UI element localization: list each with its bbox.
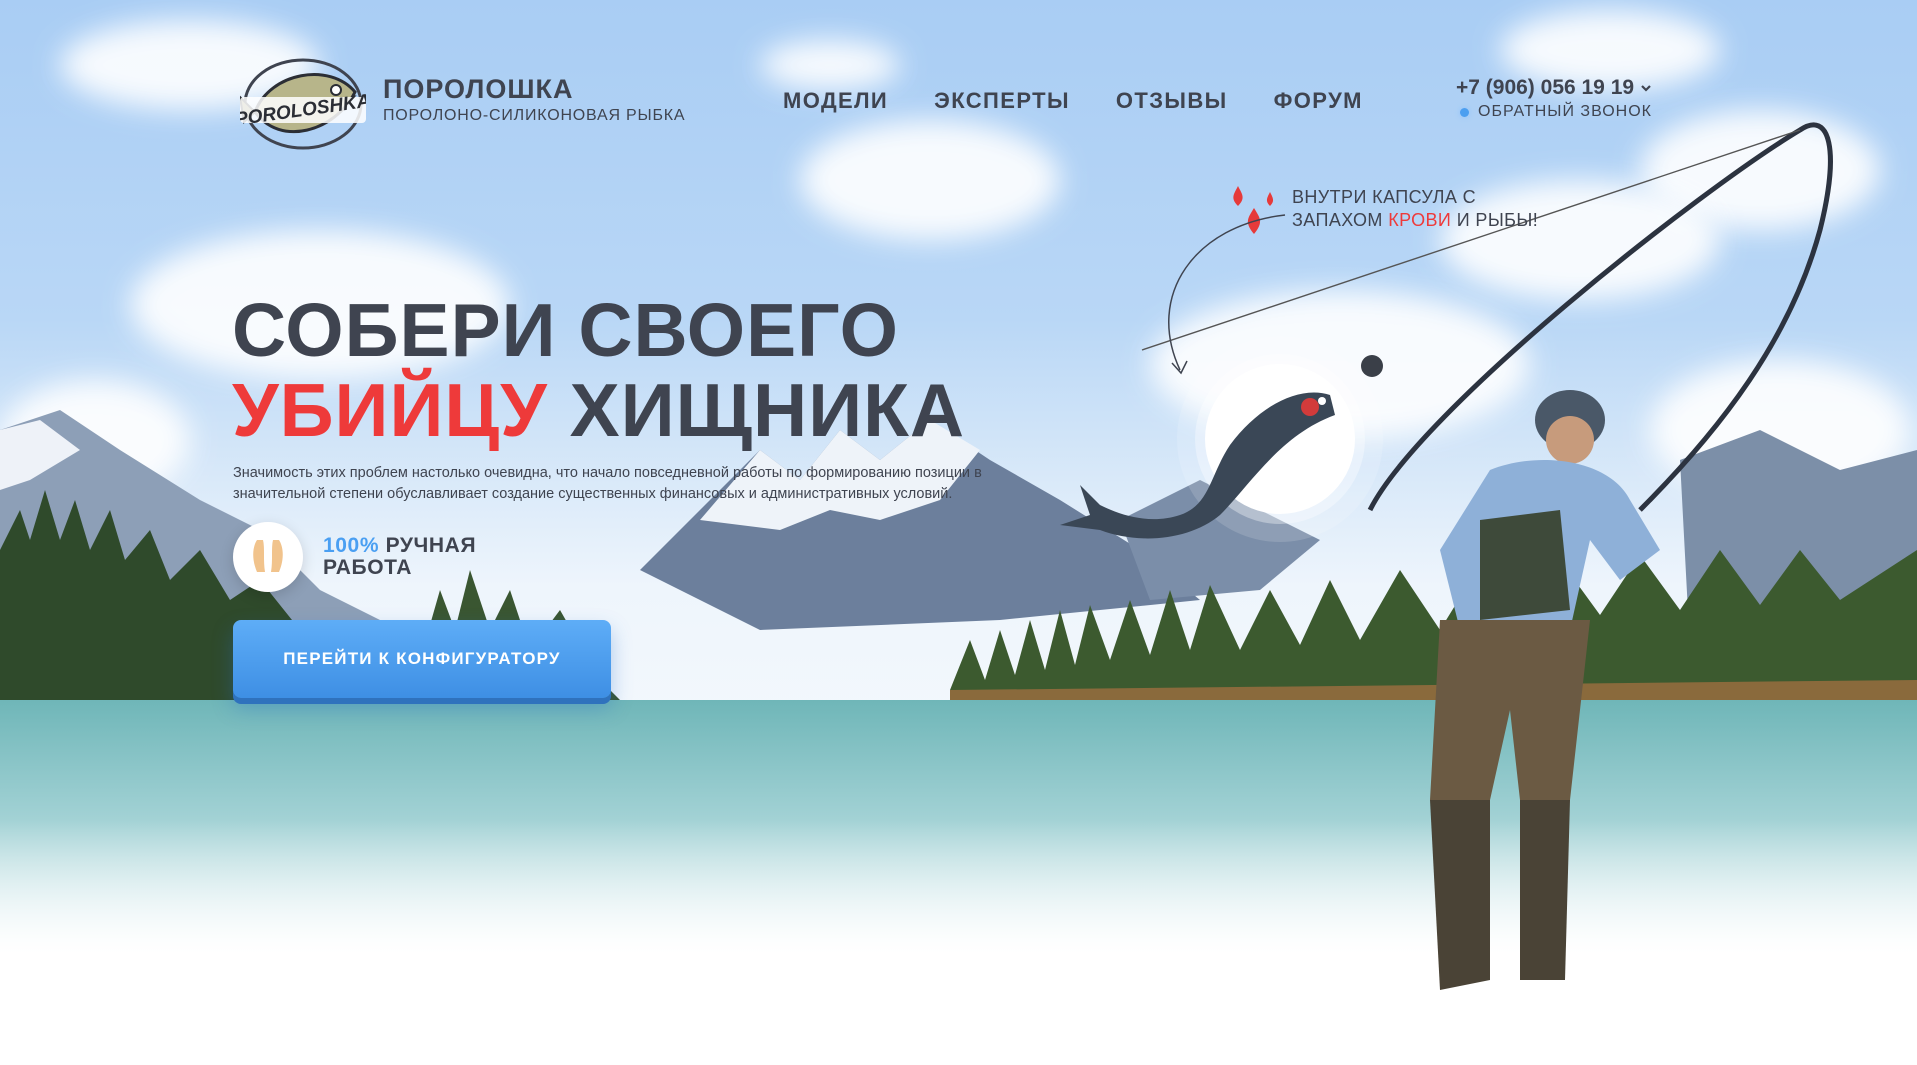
callback-label[interactable]: ОБРАТНЫЙ ЗВОНОК — [1478, 103, 1652, 121]
curved-arrow-icon — [1168, 214, 1286, 375]
main-nav: МОДЕЛИ ЭКСПЕРТЫ ОТЗЫВЫ ФОРУМ — [783, 88, 1363, 114]
cloud — [760, 40, 900, 90]
nav-item-reviews[interactable]: ОТЗЫВЫ — [1116, 88, 1228, 114]
callout-line-2: ЗАПАХОМ КРОВИ И РЫБЫ! — [1292, 209, 1538, 232]
configurator-button[interactable]: ПЕРЕЙТИ К КОНФИГУРАТОРУ — [233, 620, 611, 698]
hero-title-highlight: УБИЙЦУ — [232, 368, 548, 452]
phone-number[interactable]: +7 (906) 056 19 19 — [1456, 76, 1634, 100]
callout-text: ЗАПАХОМ — [1292, 210, 1383, 230]
callout-highlight: КРОВИ — [1388, 210, 1452, 230]
hero-title-line-2: УБИЙЦУ ХИЩНИКА — [232, 370, 965, 450]
phone-dropdown[interactable]: +7 (906) 056 19 19 — [1456, 76, 1652, 100]
nav-item-forum[interactable]: ФОРУМ — [1274, 88, 1363, 114]
callback-link[interactable]: ОБРАТНЫЙ ЗВОНОК — [1460, 103, 1652, 121]
handmade-badge-text: 100% РУЧНАЯ РАБОТА — [323, 535, 476, 579]
hero-lead: Значимость этих проблем настолько очевид… — [233, 465, 982, 502]
badge-label: РУЧНАЯ — [385, 534, 477, 557]
badge-percent: 100% — [323, 534, 380, 557]
nav-item-models[interactable]: МОДЕЛИ — [783, 88, 888, 114]
fisherman-illustration — [1430, 390, 1660, 990]
hands-icon — [253, 540, 283, 572]
brand-name: ПОРОЛОШКА — [383, 74, 574, 104]
capsule-callout: ВНУТРИ КАПСУЛА С ЗАПАХОМ КРОВИ И РЫБЫ! — [1292, 186, 1538, 232]
chevron-down-icon[interactable] — [1640, 82, 1652, 94]
callout-text: И РЫБЫ! — [1456, 210, 1539, 230]
hero-title-line-1: СОБЕРИ СВОЕГО — [232, 288, 900, 372]
callout-line-1: ВНУТРИ КАПСУЛА С — [1292, 187, 1477, 207]
status-dot-icon — [1460, 107, 1469, 117]
lure-icon — [1060, 392, 1335, 539]
handmade-badge — [233, 522, 303, 592]
badge-label: РАБОТА — [323, 556, 413, 579]
nav-item-experts[interactable]: ЭКСПЕРТЫ — [934, 88, 1070, 114]
hero-title: СОБЕРИ СВОЕГО УБИЙЦУ ХИЩНИКА — [232, 290, 965, 450]
hero-title-rest: ХИЩНИКА — [569, 368, 966, 452]
brand-subtitle: ПОРОЛОНО-СИЛИКОНОВАЯ РЫБКА — [383, 107, 686, 124]
logo-fish-icon: POROLOSHKA — [240, 58, 366, 150]
